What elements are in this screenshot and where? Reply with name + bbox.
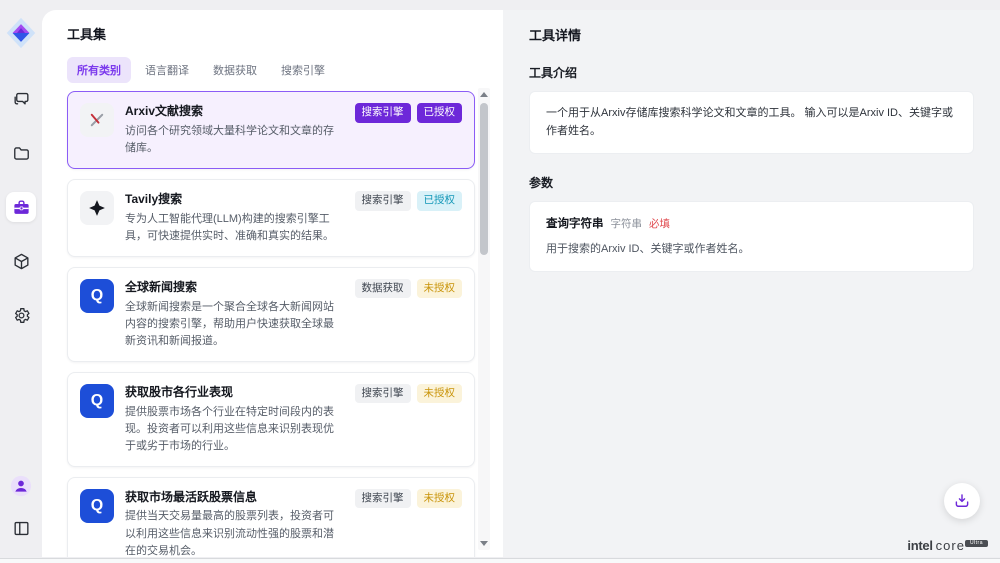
gear-icon bbox=[12, 306, 31, 325]
toolbox-icon bbox=[12, 198, 31, 217]
tab-0[interactable]: 所有类别 bbox=[67, 57, 131, 83]
param-card: 查询字符串 字符串 必填 用于搜索的Arxiv ID、关键字或作者姓名。 bbox=[529, 201, 974, 272]
tool-name: 获取股市各行业表现 bbox=[125, 384, 340, 401]
layout-panel-icon bbox=[12, 519, 31, 538]
sidebar-item-settings[interactable] bbox=[6, 300, 36, 330]
params-heading: 参数 bbox=[529, 174, 974, 191]
tavily-star-icon bbox=[80, 191, 114, 225]
tool-desc: 专为人工智能代理(LLM)构建的搜索引擎工具，可快速提供实时、准确和真实的结果。 bbox=[125, 211, 340, 245]
tool-desc: 提供股票市场各个行业在特定时间段内的表现。投资者可以利用这些信息来识别表现优于或… bbox=[125, 404, 340, 455]
scroll-up-icon[interactable] bbox=[480, 92, 488, 97]
sidebar-bottom bbox=[6, 471, 36, 543]
bottom-strip bbox=[0, 558, 1000, 563]
scrollbar-thumb[interactable] bbox=[480, 103, 488, 255]
param-name: 查询字符串 bbox=[546, 215, 604, 233]
intro-card: 一个用于从Arxiv存储库搜索科学论文和文章的工具。 输入可以是Arxiv ID… bbox=[529, 91, 974, 154]
user-icon bbox=[10, 475, 32, 497]
tool-card-3[interactable]: Q 获取股市各行业表现提供股票市场各个行业在特定时间段内的表现。投资者可以利用这些… bbox=[67, 372, 475, 467]
tool-name: Arxiv文献搜索 bbox=[125, 103, 340, 120]
tool-card-list: Arxiv文献搜索访问各个研究领域大量科学论文和文章的存储库。搜索引擎已授权Ta… bbox=[67, 91, 475, 557]
sidebar-item-collapse[interactable] bbox=[6, 513, 36, 543]
param-desc: 用于搜索的Arxiv ID、关键字或作者姓名。 bbox=[546, 241, 957, 259]
sidebar-nav bbox=[6, 84, 36, 330]
arxiv-logo-icon bbox=[80, 103, 114, 137]
category-badge: 搜索引擎 bbox=[355, 103, 411, 123]
sidebar bbox=[0, 0, 42, 557]
tool-desc: 提供当天交易量最高的股票列表，投资者可以利用这些信息来识别流动性强的股票和潜在的… bbox=[125, 508, 340, 557]
intro-text: 一个用于从Arxiv存储库搜索科学论文和文章的工具。 输入可以是Arxiv ID… bbox=[546, 107, 953, 137]
auth-status-badge: 未授权 bbox=[417, 489, 463, 509]
param-type: 字符串 bbox=[611, 216, 643, 233]
category-badge: 搜索引擎 bbox=[355, 191, 411, 211]
ultra-badge: Ultra bbox=[965, 540, 988, 547]
q-logo-icon: Q bbox=[80, 279, 114, 313]
main-panel: 工具集 所有类别语言翻译数据获取搜索引擎 Arxiv文献搜索访问各个研究领域大量… bbox=[42, 10, 1000, 557]
intel-wordmark: intel bbox=[907, 538, 932, 553]
tab-1[interactable]: 语言翻译 bbox=[135, 57, 199, 83]
tool-desc: 全球新闻搜索是一个聚合全球各大新闻网站内容的搜索引擎，帮助用户快速获取全球最新资… bbox=[125, 299, 340, 350]
sidebar-item-models[interactable] bbox=[6, 246, 36, 276]
category-badge: 搜索引擎 bbox=[355, 489, 411, 509]
tool-card-2[interactable]: Q 全球新闻搜索全球新闻搜索是一个聚合全球各大新闻网站内容的搜索引擎，帮助用户快速… bbox=[67, 267, 475, 362]
category-badge: 数据获取 bbox=[355, 279, 411, 299]
intel-core-logo: intel core Ultra bbox=[907, 538, 988, 554]
chat-icon bbox=[12, 90, 31, 109]
app-logo-icon bbox=[5, 16, 37, 50]
folder-icon bbox=[12, 144, 31, 163]
q-logo-icon: Q bbox=[80, 384, 114, 418]
tool-name: 全球新闻搜索 bbox=[125, 279, 340, 296]
intro-heading: 工具介绍 bbox=[529, 64, 974, 81]
tool-desc: 访问各个研究领域大量科学论文和文章的存储库。 bbox=[125, 123, 340, 157]
sidebar-item-files[interactable] bbox=[6, 138, 36, 168]
tool-detail-pane: 工具详情 工具介绍 一个用于从Arxiv存储库搜索科学论文和文章的工具。 输入可… bbox=[503, 10, 1000, 557]
auth-status-badge: 未授权 bbox=[417, 384, 463, 404]
tool-name: 获取市场最活跃股票信息 bbox=[125, 489, 340, 506]
tab-2[interactable]: 数据获取 bbox=[203, 57, 267, 83]
tab-3[interactable]: 搜索引擎 bbox=[271, 57, 335, 83]
download-button[interactable] bbox=[944, 483, 980, 519]
tool-card-0[interactable]: Arxiv文献搜索访问各个研究领域大量科学论文和文章的存储库。搜索引擎已授权 bbox=[67, 91, 475, 169]
auth-status-badge: 未授权 bbox=[417, 279, 463, 299]
list-scrollbar[interactable] bbox=[478, 88, 490, 550]
user-avatar[interactable] bbox=[6, 471, 36, 501]
q-logo-icon: Q bbox=[80, 489, 114, 523]
param-required-badge: 必填 bbox=[649, 216, 670, 233]
auth-status-badge: 已授权 bbox=[417, 103, 463, 123]
scroll-down-icon[interactable] bbox=[480, 541, 488, 546]
sidebar-item-chat[interactable] bbox=[6, 84, 36, 114]
category-badge: 搜索引擎 bbox=[355, 384, 411, 404]
sidebar-item-tools[interactable] bbox=[6, 192, 36, 222]
detail-title: 工具详情 bbox=[529, 25, 974, 44]
auth-status-badge: 已授权 bbox=[417, 191, 463, 211]
category-tabs: 所有类别语言翻译数据获取搜索引擎 bbox=[67, 57, 503, 83]
page-title: 工具集 bbox=[67, 24, 503, 43]
tool-list-pane: 工具集 所有类别语言翻译数据获取搜索引擎 Arxiv文献搜索访问各个研究领域大量… bbox=[42, 10, 503, 557]
download-icon bbox=[953, 492, 971, 510]
tool-name: Tavily搜索 bbox=[125, 191, 340, 208]
tool-card-1[interactable]: Tavily搜索专为人工智能代理(LLM)构建的搜索引擎工具，可快速提供实时、准… bbox=[67, 179, 475, 257]
tool-card-4[interactable]: Q 获取市场最活跃股票信息提供当天交易量最高的股票列表，投资者可以利用这些信息来识… bbox=[67, 477, 475, 557]
cube-icon bbox=[12, 252, 31, 271]
param-header: 查询字符串 字符串 必填 bbox=[546, 215, 957, 233]
core-wordmark: core bbox=[936, 538, 965, 553]
